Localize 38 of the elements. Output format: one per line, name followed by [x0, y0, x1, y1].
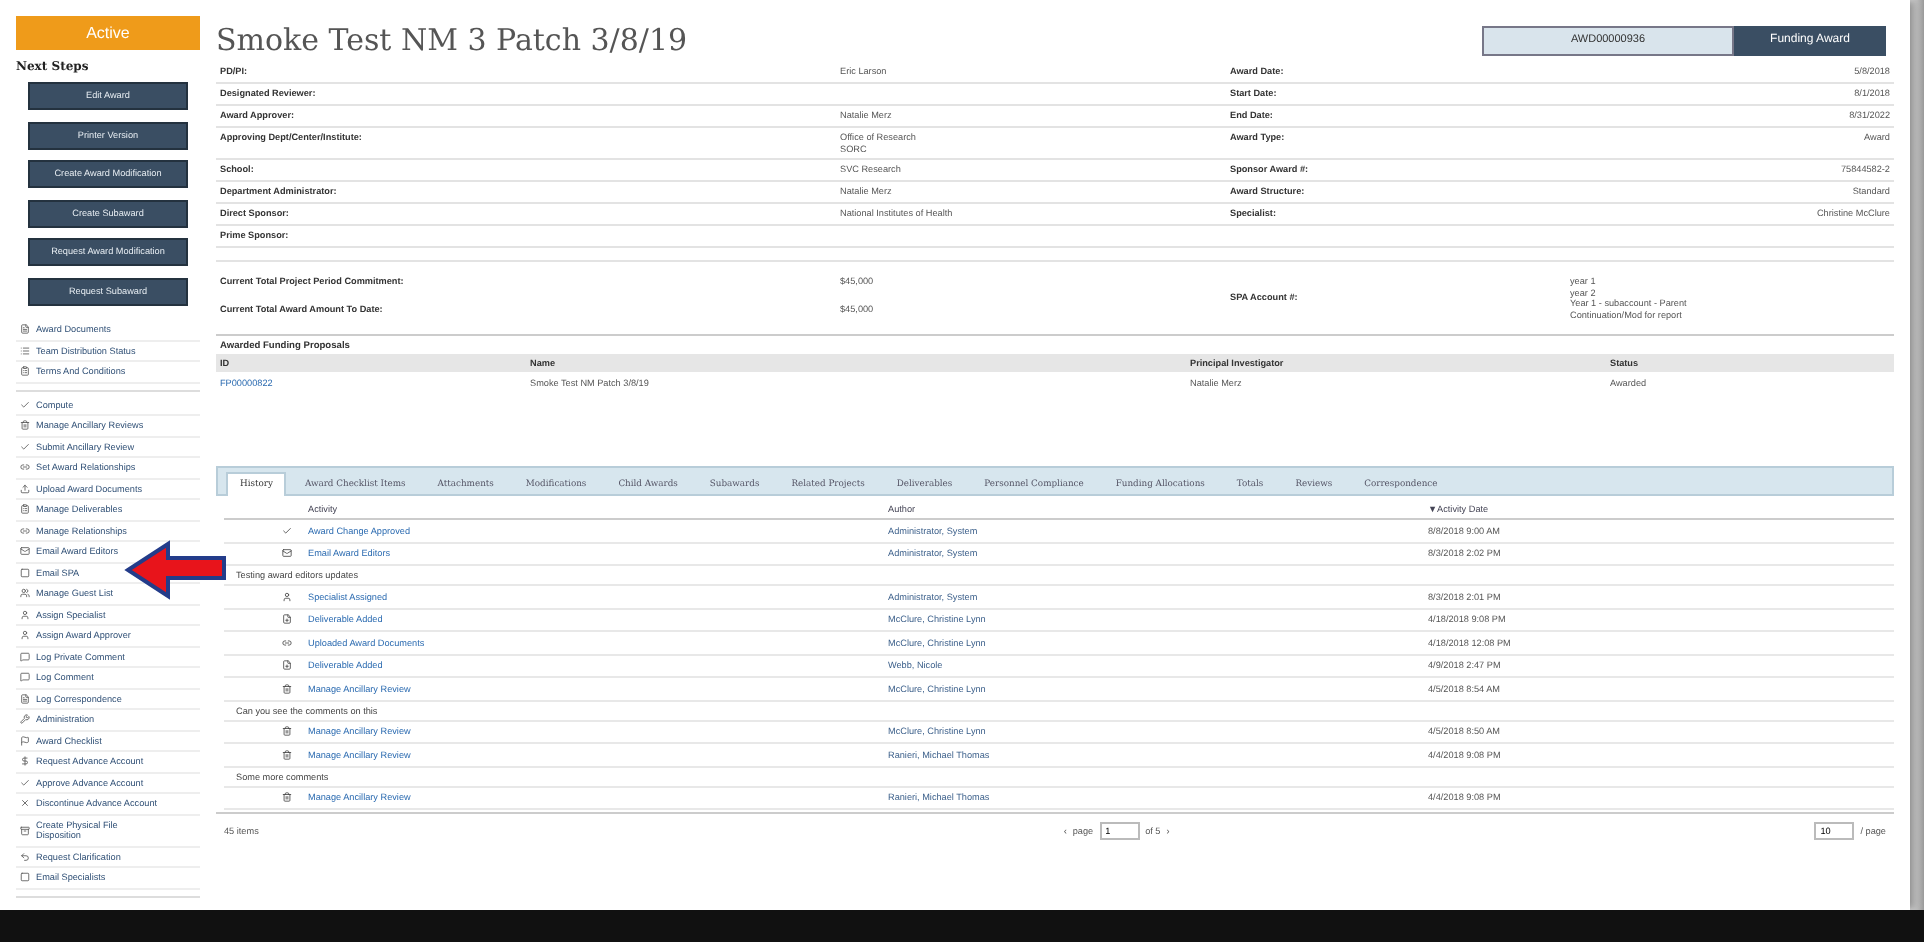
link-icon	[20, 525, 30, 536]
trash-icon	[282, 726, 292, 737]
trash-icon	[282, 792, 292, 803]
speech-bubble-icon	[20, 672, 30, 683]
trash-icon	[20, 420, 30, 431]
page-title: Smoke Test NM 3 Patch 3/8/19	[216, 22, 688, 58]
mail-icon	[282, 548, 292, 559]
arrow-drawing	[124, 540, 228, 600]
speech-bubble-icon	[20, 651, 30, 662]
link-icon	[282, 637, 292, 648]
person-icon	[282, 591, 292, 602]
status-badge: Active	[16, 16, 200, 50]
person-icon	[20, 609, 30, 620]
undo-icon	[20, 851, 30, 862]
list-icon	[20, 345, 30, 356]
link-icon	[20, 462, 30, 473]
trash-icon	[282, 683, 292, 694]
check-icon	[20, 399, 30, 410]
wrench-icon	[20, 714, 30, 725]
people-icon	[20, 588, 30, 599]
upload-icon	[20, 483, 30, 494]
person-icon	[20, 630, 30, 641]
clipboard-icon	[20, 504, 30, 515]
trash-icon	[282, 749, 292, 760]
archive-icon	[20, 825, 30, 835]
square-icon	[20, 872, 30, 883]
document-icon	[20, 324, 30, 335]
document-icon	[282, 614, 292, 625]
check-icon	[20, 777, 30, 788]
square-icon	[20, 567, 30, 578]
clipboard-icon	[20, 366, 30, 377]
check-icon	[20, 441, 30, 452]
check-icon	[282, 525, 292, 536]
document-icon	[282, 660, 292, 671]
mail-icon	[20, 546, 30, 557]
dollar-icon	[20, 756, 30, 767]
document-icon	[20, 693, 30, 704]
flag-icon	[20, 735, 30, 746]
